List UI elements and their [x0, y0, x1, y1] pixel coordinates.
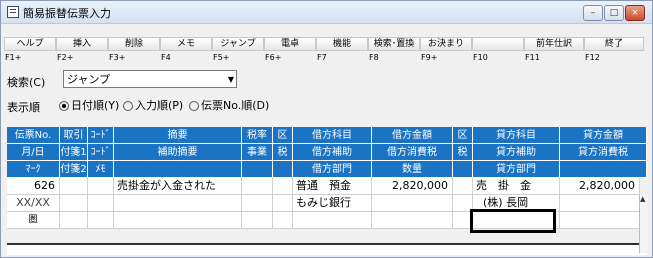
chevron-down-icon[interactable]: ▼	[228, 71, 234, 89]
header-code: ｺｰﾄﾞ	[88, 127, 114, 144]
cell-tag1[interactable]	[60, 195, 88, 212]
cell-credit-account[interactable]: 売 掛 金	[473, 178, 560, 195]
header-debit-sub: 借方補助	[293, 144, 372, 161]
cell-business[interactable]	[242, 195, 273, 212]
fkey-template[interactable]: お決まり F9+	[420, 36, 472, 66]
header-credit-tax-amount: 貸方消費税	[560, 144, 647, 161]
header-voucher-no: 伝票No.	[7, 127, 60, 144]
cell-summary[interactable]: 売掛金が入金された	[114, 178, 242, 195]
app-icon	[7, 6, 19, 18]
header-business: 事業	[242, 144, 273, 161]
cell-voucher-no[interactable]: 626	[7, 178, 60, 195]
cell-tax-rate[interactable]	[242, 178, 273, 195]
cell-empty[interactable]	[242, 212, 273, 229]
header-blank-1	[114, 161, 242, 178]
cell-tag2[interactable]	[60, 212, 88, 229]
header-debit-account: 借方科目	[293, 127, 372, 144]
cell-transaction[interactable]	[60, 178, 88, 195]
search-select[interactable]: ジャンプ ▼	[63, 70, 237, 88]
cell-debit-amount[interactable]: 2,820,000	[372, 178, 453, 195]
header-blank-3	[273, 161, 293, 178]
header-transaction: 取引	[60, 127, 88, 144]
window: 簡易振替伝票入力 – □ × ヘルプ F1+ 挿入 F2+ 削除 F3+ メモ F4 ジ…	[0, 0, 653, 258]
radio-dot-icon	[123, 101, 133, 111]
fkey-help[interactable]: ヘルプ F1+	[4, 36, 56, 66]
fkey-function[interactable]: 機能 F7	[316, 36, 368, 66]
cell-debit-tax-class[interactable]	[273, 178, 293, 195]
cell-empty[interactable]	[114, 212, 242, 229]
header-tag2: 付箋2	[60, 161, 88, 178]
search-label: 検索(C)	[7, 76, 46, 89]
header-date: 月/日	[7, 144, 60, 161]
cell-memo[interactable]	[88, 212, 114, 229]
cell-tax[interactable]	[273, 195, 293, 212]
fkey-insert[interactable]: 挿入 F2+	[56, 36, 108, 66]
header-tax: 税	[273, 144, 293, 161]
radio-dot-icon	[189, 101, 199, 111]
fkey-search-replace[interactable]: 検索･置換 F8	[368, 36, 420, 66]
header-credit-amount: 貸方金額	[560, 127, 647, 144]
journal-grid: 伝票No. 取引 ｺｰﾄﾞ 摘要 税率 区 借方科目 借方金額 区 貸方科目 貸…	[7, 127, 647, 255]
header-debit-tax-class: 区	[273, 127, 293, 144]
header-debit-tax: 借方消費税	[372, 144, 453, 161]
header-debit-dept: 借方部門	[293, 161, 372, 178]
header-credit-sub: 貸方補助	[473, 144, 560, 161]
cell-code2[interactable]	[88, 195, 114, 212]
fkey-jump[interactable]: ジャンプ F5+	[212, 36, 264, 66]
highlight-box	[470, 209, 556, 233]
window-title: 簡易振替伝票入力	[23, 7, 111, 20]
radio-voucher-order[interactable]: 伝票No.順(D)	[189, 97, 269, 113]
header-blank-5	[560, 161, 647, 178]
maximize-button[interactable]: □	[604, 5, 624, 21]
fkey-previous-year[interactable]: 前年仕訳 F11	[524, 36, 584, 66]
minimize-button[interactable]: –	[583, 5, 603, 21]
header-credit-tax-class: 区	[453, 127, 473, 144]
header-blank-2	[242, 161, 273, 178]
fkey-exit[interactable]: 終了 F12	[584, 36, 644, 66]
cell-credit-amount[interactable]: 2,820,000	[560, 178, 640, 195]
cell-credit-tax-class[interactable]	[453, 178, 473, 195]
fkey-memo[interactable]: メモ F4	[160, 36, 212, 66]
header-code2: ｺｰﾄﾞ	[88, 144, 114, 161]
cell-mark[interactable]: 圏	[7, 212, 60, 229]
function-key-bar: ヘルプ F1+ 挿入 F2+ 削除 F3+ メモ F4 ジャンプ F5+ 電卓 F6+ 機能…	[1, 36, 652, 66]
header-debit-amount: 借方金額	[372, 127, 453, 144]
radio-input-order[interactable]: 入力順(P)	[123, 97, 183, 113]
grid-bottom	[7, 243, 647, 255]
header-credit-tax: 税	[453, 144, 473, 161]
scroll-up-icon[interactable]: ▲	[640, 195, 645, 203]
radio-date-order[interactable]: 日付順(Y)	[59, 97, 119, 113]
header-tax-rate: 税率	[242, 127, 273, 144]
cell-debit-account[interactable]: 普通 預金	[293, 178, 372, 195]
cell-date[interactable]: XX/XX	[7, 195, 60, 212]
header-quantity: 数量	[372, 161, 453, 178]
vertical-scrollbar[interactable]: ▲	[639, 195, 648, 253]
fkey-calculator[interactable]: 電卓 F6+	[264, 36, 316, 66]
title-bar: 簡易振替伝票入力 – □ ×	[1, 1, 652, 24]
cell-credit-tax-amount[interactable]	[560, 195, 640, 212]
cell-empty[interactable]	[273, 212, 293, 229]
header-credit-account: 貸方科目	[473, 127, 560, 144]
cell-debit-sub[interactable]: もみじ銀行	[293, 195, 372, 212]
cell-sub-summary[interactable]	[114, 195, 242, 212]
cell-quantity[interactable]	[372, 212, 453, 229]
cell-empty[interactable]	[560, 212, 640, 229]
header-tag1: 付箋1	[60, 144, 88, 161]
radio-dot-icon	[59, 101, 69, 111]
search-value: ジャンプ	[67, 73, 111, 86]
fkey-f10[interactable]: F10	[472, 36, 524, 66]
header-summary: 摘要	[114, 127, 242, 144]
header-memo: ﾒﾓ	[88, 161, 114, 178]
cell-debit-tax[interactable]	[372, 195, 453, 212]
header-mark: ﾏｰｸ	[7, 161, 60, 178]
order-label: 表示順	[7, 101, 40, 114]
cell-debit-dept[interactable]	[293, 212, 372, 229]
fkey-delete[interactable]: 削除 F3+	[108, 36, 160, 66]
cell-code[interactable]	[88, 178, 114, 195]
header-sub-summary: 補助摘要	[114, 144, 242, 161]
header-blank-4	[453, 161, 473, 178]
header-credit-dept: 貸方部門	[473, 161, 560, 178]
close-button[interactable]: ×	[625, 5, 645, 21]
